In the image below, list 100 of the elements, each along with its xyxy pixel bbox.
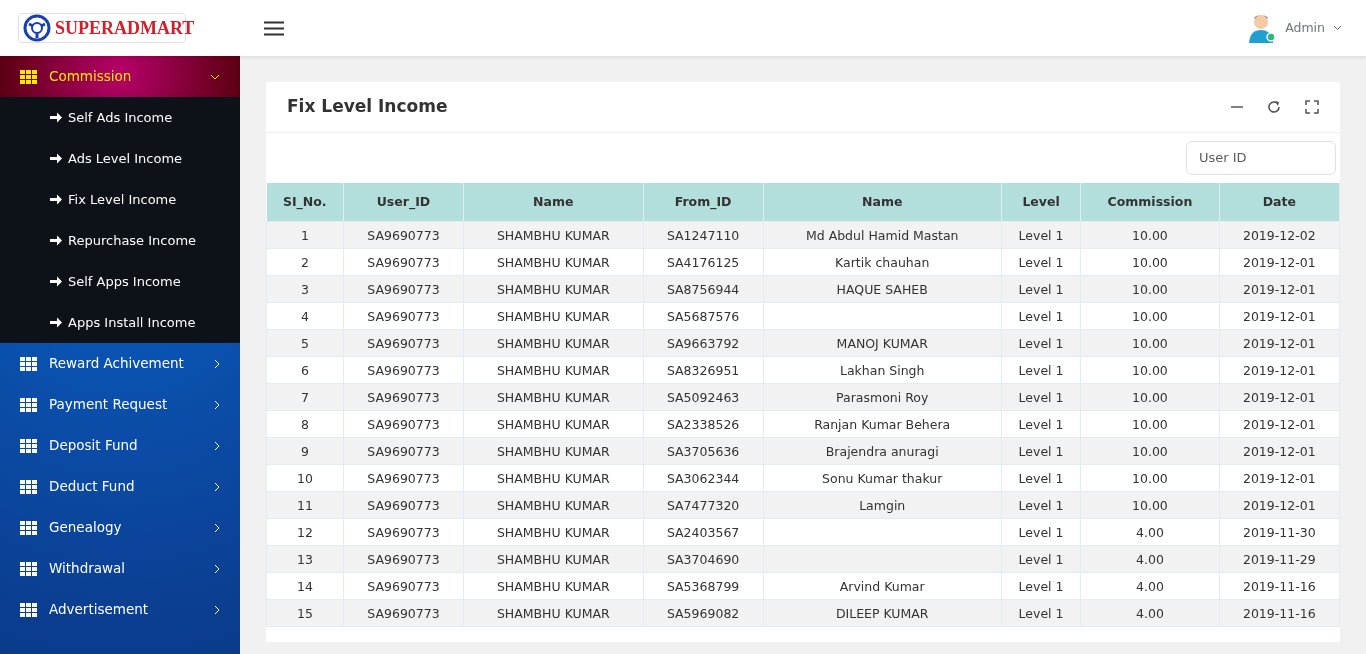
table-cell: Level 1 xyxy=(1001,410,1081,438)
table-cell: Level 1 xyxy=(1001,518,1081,546)
logo-icon xyxy=(23,14,51,42)
table-cell: SHAMBHU KUMAR xyxy=(463,383,644,411)
brand-logo-text[interactable]: SUPERADMART xyxy=(55,14,195,42)
sidebar-menu-item[interactable]: Payment Request xyxy=(0,384,240,425)
table-cell: SA2403567 xyxy=(643,518,764,546)
column-header: User_ID xyxy=(343,182,464,222)
table-cell: SA9690773 xyxy=(343,329,464,357)
table-cell: SA9690773 xyxy=(343,356,464,384)
table-cell: SHAMBHU KUMAR xyxy=(463,410,644,438)
table-cell: 2019-12-01 xyxy=(1219,248,1340,276)
chevron-down-icon xyxy=(210,73,220,80)
column-header: Date xyxy=(1219,182,1340,222)
table-cell: SHAMBHU KUMAR xyxy=(463,491,644,519)
table-cell: 10.00 xyxy=(1080,221,1220,249)
user-id-search-field[interactable]: User ID xyxy=(1186,140,1336,175)
submenu-item[interactable]: Fix Level Income xyxy=(0,179,240,220)
table-cell: SA9690773 xyxy=(343,491,464,519)
sidebar-menu-item[interactable]: Reward Achivement xyxy=(0,343,240,384)
chevron-right-icon xyxy=(214,399,220,410)
user-menu-link[interactable]: Admin xyxy=(1285,18,1325,38)
table-cell: 2 xyxy=(266,248,344,276)
table-cell: 3 xyxy=(266,275,344,303)
table-cell: Level 1 xyxy=(1001,302,1081,330)
table-cell: SA5969082 xyxy=(643,599,764,627)
table-cell: SA5092463 xyxy=(643,383,764,411)
table-cell: 2019-12-01 xyxy=(1219,491,1340,519)
table-cell: Ranjan Kumar Behera xyxy=(763,410,1002,438)
table-cell: 10.00 xyxy=(1080,491,1220,519)
fullscreen-icon[interactable] xyxy=(1305,99,1319,114)
table-cell: 13 xyxy=(266,545,344,573)
table-cell: Level 1 xyxy=(1001,464,1081,492)
table-cell: 2019-12-01 xyxy=(1219,329,1340,357)
table-cell: 2019-12-01 xyxy=(1219,437,1340,465)
table-cell: 10.00 xyxy=(1080,464,1220,492)
submenu-item[interactable]: Repurchase Income xyxy=(0,220,240,261)
table-cell: Level 1 xyxy=(1001,599,1081,627)
sidebar-menu-item[interactable]: Deduct Fund xyxy=(0,466,240,507)
table-cell: Level 1 xyxy=(1001,248,1081,276)
table-cell: SA9690773 xyxy=(343,464,464,492)
table-cell: 14 xyxy=(266,572,344,600)
table-cell: 2019-11-16 xyxy=(1219,599,1340,627)
submenu-item[interactable]: Apps Install Income xyxy=(0,302,240,343)
table-cell: Level 1 xyxy=(1001,572,1081,600)
table-cell: 10.00 xyxy=(1080,275,1220,303)
table-cell: Md Abdul Hamid Mastan xyxy=(763,221,1002,249)
column-header: SI_No. xyxy=(266,182,344,222)
avatar-icon xyxy=(1247,13,1278,43)
table-cell: HAQUE SAHEB xyxy=(763,275,1002,303)
table-cell: SA9690773 xyxy=(343,248,464,276)
table-cell: 2019-12-01 xyxy=(1219,383,1340,411)
table-cell: SA9690773 xyxy=(343,518,464,546)
arrow-right-icon xyxy=(50,276,62,287)
sidebar-menu-item[interactable]: Genealogy xyxy=(0,507,240,548)
table-cell: SA4176125 xyxy=(643,248,764,276)
refresh-icon[interactable] xyxy=(1267,99,1281,114)
sidebar-menu-item[interactable]: Withdrawal xyxy=(0,548,240,589)
arrow-right-icon xyxy=(50,194,62,205)
table-cell: SA9690773 xyxy=(343,275,464,303)
chevron-right-icon xyxy=(214,563,220,574)
table-cell: 11 xyxy=(266,491,344,519)
table-cell: 2019-11-30 xyxy=(1219,518,1340,546)
table-cell: SA9690773 xyxy=(343,599,464,627)
table-cell: 10.00 xyxy=(1080,302,1220,330)
table-cell: SHAMBHU KUMAR xyxy=(463,329,644,357)
table-cell: SA9690773 xyxy=(343,383,464,411)
table-cell: Brajendra anuragi xyxy=(763,437,1002,465)
chevron-right-icon xyxy=(214,604,220,615)
grid-icon xyxy=(20,438,37,453)
submenu-item[interactable]: Self Apps Income xyxy=(0,261,240,302)
chevron-right-icon xyxy=(214,481,220,492)
menu-icon[interactable] xyxy=(264,20,284,36)
column-header: Name xyxy=(763,182,1002,222)
chevron-down-icon[interactable] xyxy=(1333,25,1342,31)
table-cell: 4 xyxy=(266,302,344,330)
chevron-right-icon xyxy=(214,522,220,533)
sidebar-menu-item[interactable]: Commission xyxy=(0,56,240,97)
table-cell: 12 xyxy=(266,518,344,546)
arrow-right-icon xyxy=(50,112,62,123)
table-cell: SA8756944 xyxy=(643,275,764,303)
table-cell: 2019-11-29 xyxy=(1219,545,1340,573)
table-cell: SA9690773 xyxy=(343,545,464,573)
table-cell: SA9690773 xyxy=(343,437,464,465)
table-cell: 5 xyxy=(266,329,344,357)
table-cell: SHAMBHU KUMAR xyxy=(463,518,644,546)
table-cell: Level 1 xyxy=(1001,545,1081,573)
column-header: Commission xyxy=(1080,182,1220,222)
sidebar-menu-item[interactable]: Advertisement xyxy=(0,589,240,630)
table-cell: SA3705636 xyxy=(643,437,764,465)
submenu-item[interactable]: Ads Level Income xyxy=(0,138,240,179)
sidebar-menu-item[interactable]: Deposit Fund xyxy=(0,425,240,466)
arrow-right-icon xyxy=(50,153,62,164)
submenu-item[interactable]: Self Ads Income xyxy=(0,97,240,138)
table-cell: 2019-12-01 xyxy=(1219,410,1340,438)
table-cell: 2019-12-02 xyxy=(1219,221,1340,249)
table-cell: SA3704690 xyxy=(643,545,764,573)
table-cell: Parasmoni Roy xyxy=(763,383,1002,411)
table-cell: Arvind Kumar xyxy=(763,572,1002,600)
table-cell: SA5687576 xyxy=(643,302,764,330)
